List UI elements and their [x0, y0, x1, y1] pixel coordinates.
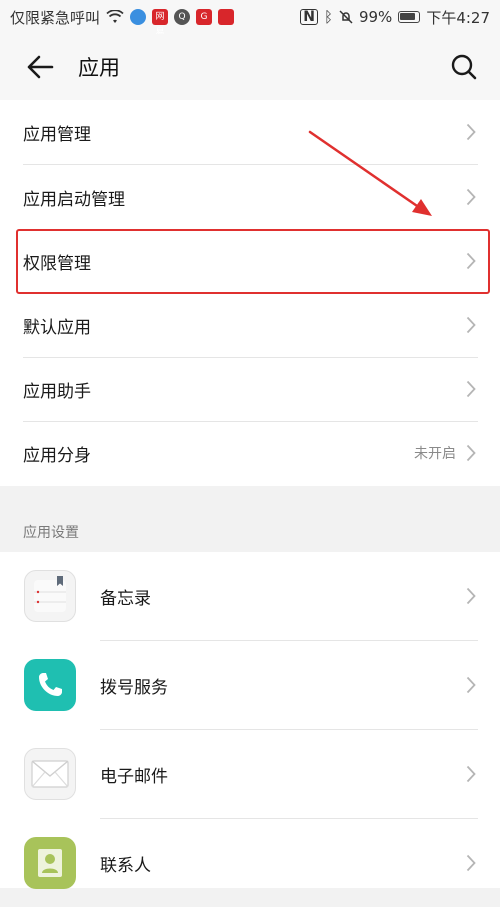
- clock: 下午4:27: [426, 8, 490, 27]
- app-settings-card: 备忘录 拨号服务 电子邮件 联系人: [0, 552, 500, 889]
- app-notify-icon-2: [218, 9, 235, 25]
- contacts-icon: [24, 837, 76, 889]
- menu-item-label: 默认应用: [23, 317, 91, 338]
- app-twin-status: 未开启: [414, 446, 456, 462]
- section-header: 应用设置: [23, 525, 79, 541]
- menu-item-default-apps[interactable]: 默认应用: [0, 293, 500, 357]
- search-button[interactable]: [442, 45, 486, 89]
- menu-card: 应用管理 应用启动管理 权限管理 默认应用 应用助手 应用分身 未开启: [0, 100, 500, 486]
- menu-item-app-twin[interactable]: 应用分身 未开启: [0, 421, 500, 485]
- app-item-contacts[interactable]: 联系人: [0, 819, 500, 907]
- chevron-right-icon: [466, 252, 476, 270]
- chevron-right-icon: [466, 765, 476, 783]
- menu-item-app-management[interactable]: 应用管理: [0, 100, 500, 164]
- menu-item-permission-management[interactable]: 权限管理: [0, 229, 500, 293]
- chevron-right-icon: [466, 123, 476, 141]
- app-notify-icon: G: [196, 9, 213, 25]
- back-arrow-icon: [27, 55, 54, 79]
- chevron-right-icon: [466, 316, 476, 334]
- nfc-icon: N: [300, 9, 318, 25]
- notification-app-icon: [130, 9, 147, 25]
- mail-icon: [24, 748, 76, 800]
- status-bar: 仅限紧急呼叫 网易 Q G N ᛒ 99% 下午4:27: [0, 0, 500, 38]
- chevron-right-icon: [466, 587, 476, 605]
- app-item-label: 联系人: [100, 855, 151, 876]
- carrier-text: 仅限紧急呼叫: [10, 8, 101, 27]
- app-item-notes[interactable]: 备忘录: [0, 552, 500, 640]
- menu-item-label: 应用助手: [23, 381, 91, 402]
- search-icon: [451, 54, 477, 80]
- menu-item-app-assistant[interactable]: 应用助手: [0, 357, 500, 421]
- battery-percent: 99%: [358, 8, 393, 26]
- app-item-dialer[interactable]: 拨号服务: [0, 641, 500, 729]
- menu-item-label: 应用管理: [23, 124, 91, 145]
- page-title: 应用: [78, 56, 120, 80]
- chevron-right-icon: [466, 854, 476, 872]
- menu-item-label: 应用启动管理: [23, 189, 125, 210]
- app-item-label: 电子邮件: [100, 766, 168, 787]
- notes-icon: [24, 570, 76, 622]
- mute-icon: [339, 10, 353, 24]
- phone-icon: [24, 659, 76, 711]
- app-item-email[interactable]: 电子邮件: [0, 730, 500, 818]
- back-button[interactable]: [10, 37, 70, 97]
- netease-icon: 网易: [152, 9, 169, 38]
- chevron-right-icon: [466, 444, 476, 462]
- chevron-right-icon: [466, 188, 476, 206]
- bluetooth-icon: ᛒ: [323, 8, 333, 26]
- chevron-right-icon: [466, 676, 476, 694]
- menu-item-label: 应用分身: [23, 445, 91, 466]
- app-item-label: 拨号服务: [100, 677, 168, 698]
- wifi-icon: [106, 10, 124, 23]
- menu-item-label: 权限管理: [23, 253, 91, 274]
- chevron-right-icon: [466, 380, 476, 398]
- menu-item-startup-management[interactable]: 应用启动管理: [0, 165, 500, 229]
- battery-icon: [398, 11, 421, 23]
- app-item-label: 备忘录: [100, 588, 151, 609]
- app-bar: 应用: [0, 34, 500, 100]
- qq-icon: Q: [174, 9, 191, 25]
